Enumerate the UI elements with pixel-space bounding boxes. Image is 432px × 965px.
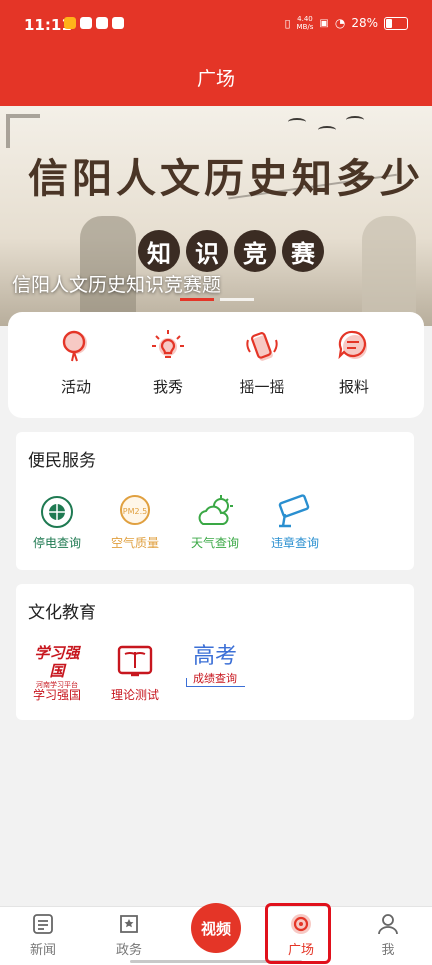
nav-label: 新闻	[29, 943, 56, 958]
pm25-icon: PM2.5	[115, 494, 155, 530]
service-label: 停电查询	[32, 536, 81, 550]
decorative-fret-icon	[6, 114, 40, 148]
highlight-annotation-box	[265, 903, 331, 964]
badge-char: 知	[138, 230, 180, 272]
culture-education-card: 文化教育 学习强国 河南学习平台 学习强国 理论测试 高考 成绩查询	[16, 584, 414, 720]
carousel-indicator	[180, 298, 254, 301]
banner-title-art: 信阳人文历史知多少	[28, 155, 424, 202]
quick-action-label: 我秀	[152, 378, 183, 396]
bird-icon	[288, 118, 306, 126]
phone-shake-icon	[244, 328, 280, 364]
bottom-nav: 新闻 政务 视频 广场 我	[0, 903, 432, 965]
education-gaokao-score[interactable]: 高考 成绩查询	[180, 644, 250, 690]
battery-percent: 28%	[351, 16, 378, 30]
service-power-outage[interactable]: 停电查询	[22, 494, 92, 551]
banner-badges: 知 识 竞 赛	[138, 230, 324, 272]
quick-action-label: 摇一摇	[239, 378, 285, 396]
nav-news[interactable]: 新闻	[13, 913, 73, 958]
carousel-dot-active[interactable]	[180, 298, 214, 301]
quick-action-activity[interactable]: 活动	[36, 328, 116, 397]
profile-icon	[377, 913, 399, 935]
nav-profile[interactable]: 我	[358, 913, 418, 958]
weather-icon	[195, 494, 235, 530]
carousel-dot[interactable]	[220, 298, 254, 301]
net-speed-value: 4.40	[297, 15, 313, 23]
quick-actions-card: 活动 我秀 摇一摇 报料	[8, 312, 424, 418]
service-air-quality[interactable]: PM2.5 空气质量	[100, 494, 170, 551]
education-theory-test[interactable]: 理论测试	[100, 644, 170, 703]
video-button[interactable]: 视频	[191, 903, 241, 953]
badge-char: 赛	[282, 230, 324, 272]
notification-icons	[64, 17, 124, 29]
news-icon	[32, 913, 54, 935]
quick-action-shake[interactable]: 摇一摇	[222, 328, 302, 397]
service-weather[interactable]: 天气查询	[180, 494, 250, 551]
net-speed-unit: MB/s	[296, 23, 314, 31]
wifi-icon: ◔	[334, 16, 346, 30]
education-xuexi-qiangguo[interactable]: 学习强国 河南学习平台 学习强国	[22, 644, 92, 703]
bird-icon	[318, 126, 336, 134]
section-title: 便民服务	[28, 451, 96, 471]
page-header: 广场	[0, 50, 432, 106]
badge-char: 竞	[234, 230, 276, 272]
app-notification-icon	[96, 17, 108, 29]
gaokao-logo-text: 高考	[192, 644, 237, 669]
convenience-services-card: 便民服务 停电查询 PM2.5 空气质量 天气查询 违章查询	[16, 432, 414, 570]
figure-image	[362, 216, 416, 326]
page-title: 广场	[196, 68, 235, 90]
nav-label: 政务	[115, 943, 142, 958]
badge-char: 识	[186, 230, 228, 272]
gaokao-underline	[186, 678, 245, 687]
net-speed: 4.40 MB/s	[297, 15, 314, 31]
power-grid-icon	[37, 494, 77, 530]
app-notification-icon	[80, 17, 92, 29]
quick-action-report[interactable]: 报料	[314, 328, 394, 397]
balloon-icon	[58, 328, 94, 364]
service-label: 天气查询	[190, 536, 239, 550]
book-icon	[115, 644, 155, 680]
status-bar: 11:11 ▯ 4.40 MB/s ▣ ◔ 28%	[0, 0, 432, 50]
chat-bubble-icon	[336, 328, 372, 364]
vibrate-icon: ▯	[284, 16, 291, 30]
quick-action-show[interactable]: 我秀	[128, 328, 208, 397]
sim-icon: ▣	[319, 17, 329, 29]
bird-icon	[346, 116, 364, 124]
battery-icon	[384, 16, 408, 30]
service-label: 空气质量	[110, 536, 159, 550]
banner-carousel[interactable]: 信阳人文历史知多少 知 识 竞 赛 信阳人文历史知识竞赛题	[0, 106, 432, 326]
service-traffic-violation[interactable]: 违章查询	[260, 494, 330, 551]
nav-label: 我	[381, 943, 395, 958]
xuexi-logo-text: 学习强国	[34, 644, 80, 680]
nav-government[interactable]: 政务	[99, 913, 159, 958]
lightbulb-icon	[150, 328, 186, 364]
education-label: 理论测试	[110, 688, 159, 702]
xuexi-logo-sub: 河南学习平台	[36, 681, 78, 689]
status-right: ▯ 4.40 MB/s ▣ ◔ 28%	[284, 15, 408, 31]
government-icon	[118, 913, 140, 935]
quick-action-label: 报料	[338, 378, 369, 396]
gaokao-logo: 高考 成绩查询	[184, 644, 246, 690]
pm25-badge-text: PM2.5	[123, 507, 147, 516]
quick-action-label: 活动	[60, 378, 91, 396]
xuexi-qiangguo-logo: 学习强国 河南学习平台	[28, 644, 86, 689]
banner-caption[interactable]: 信阳人文历史知识竞赛题	[12, 270, 221, 297]
service-label: 违章查询	[270, 536, 319, 550]
section-title: 文化教育	[28, 603, 96, 623]
app-notification-icon	[64, 17, 76, 29]
app-notification-icon	[112, 17, 124, 29]
traffic-camera-icon	[275, 494, 315, 530]
